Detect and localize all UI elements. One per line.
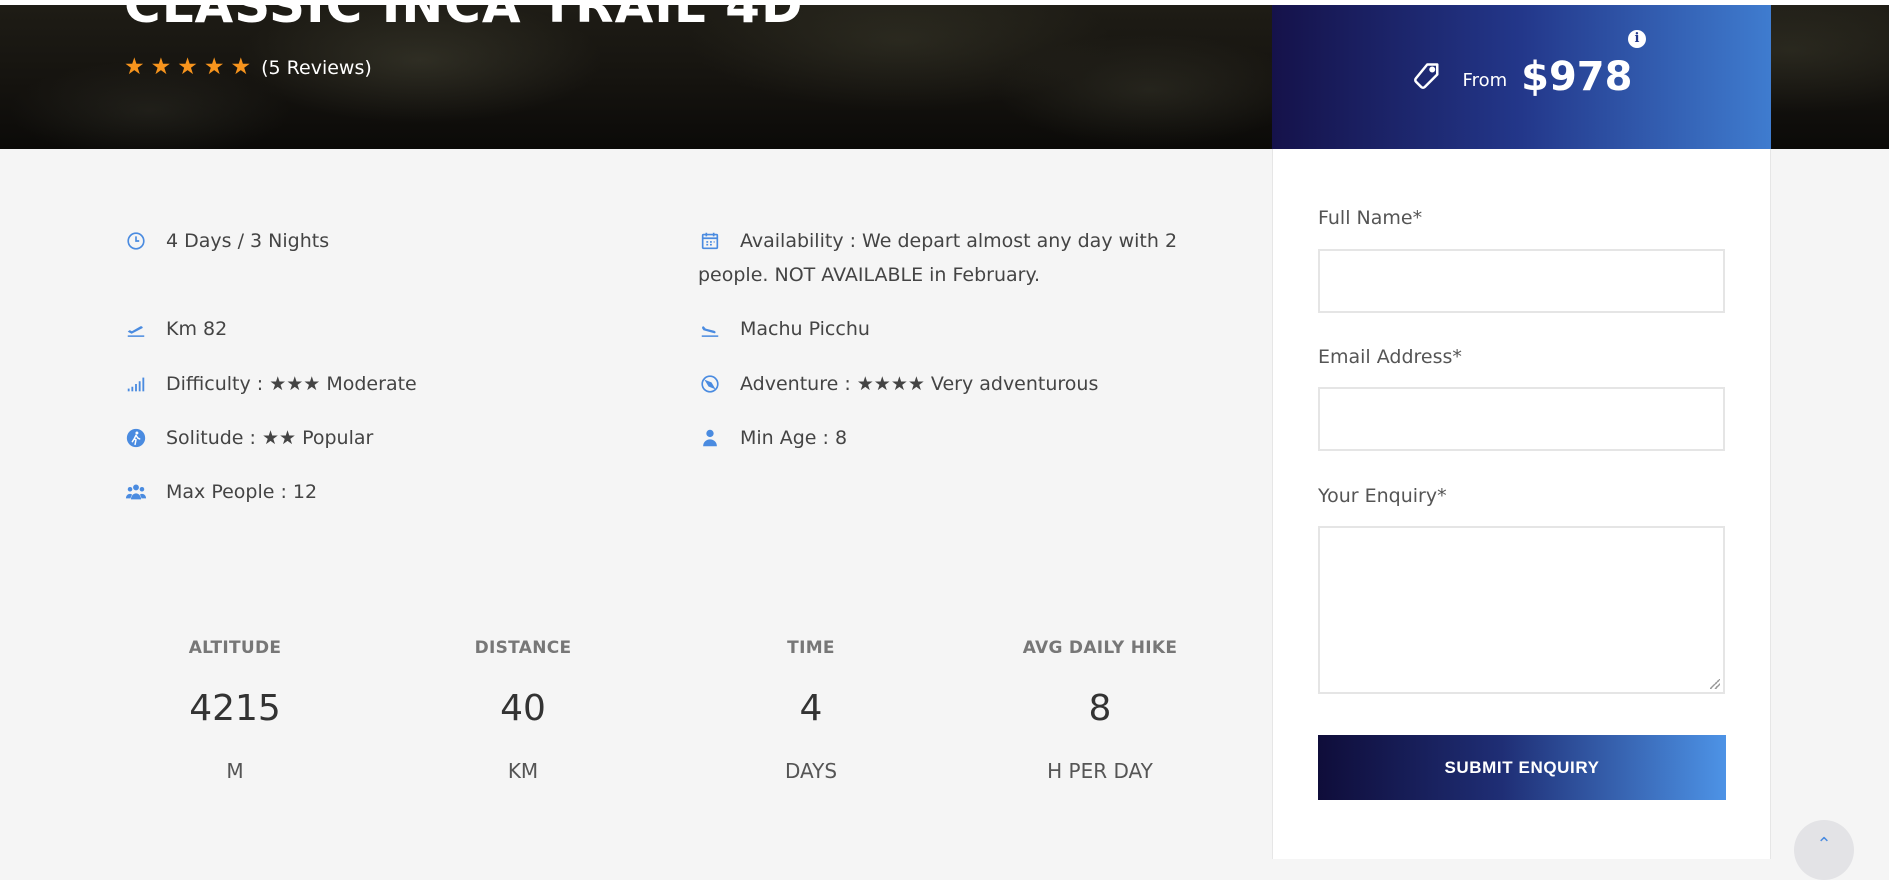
scroll-to-top-button[interactable]: ⌃	[1794, 820, 1854, 880]
email-label: Email Address*	[1318, 346, 1462, 368]
detail-duration: 4 Days / 3 Nights	[124, 224, 329, 258]
stat-label: TIME	[787, 638, 835, 658]
stat-label: AVG DAILY HIKE	[1022, 638, 1178, 658]
stat-unit: M	[226, 759, 244, 783]
stat-distance: DISTANCE 40 KM	[393, 638, 653, 783]
tour-title: Classic Inca Trail 4D	[124, 0, 804, 34]
detail-availability: Availability : We depart almost any day …	[698, 224, 1218, 292]
min-age-text: Min Age : 8	[740, 427, 848, 449]
reviews-link[interactable]: (5 Reviews)	[261, 57, 372, 79]
detail-adventure: Adventure : ★★★★ Very adventurous	[698, 367, 1098, 401]
adventure-text: Adventure : ★★★★ Very adventurous	[740, 373, 1099, 395]
detail-min-age: Min Age : 8	[698, 421, 847, 455]
stat-altitude: ALTITUDE 4215 M	[105, 638, 365, 783]
star-icon: ★	[177, 54, 198, 80]
detail-solitude: Solitude : ★★ Popular	[124, 421, 373, 455]
hiker-icon	[124, 426, 148, 450]
rating: ★ ★ ★ ★ ★ (5 Reviews)	[124, 56, 372, 79]
email-field[interactable]	[1318, 387, 1725, 451]
detail-max-people: Max People : 12	[124, 475, 317, 509]
clock-icon	[124, 229, 148, 253]
person-icon	[698, 426, 722, 450]
full-name-label: Full Name*	[1318, 207, 1423, 229]
star-icon: ★	[124, 54, 145, 80]
stat-unit: H PER DAY	[1047, 759, 1153, 783]
solitude-text: Solitude : ★★ Popular	[166, 427, 374, 449]
plane-takeoff-icon	[124, 317, 148, 341]
tag-icon	[1413, 63, 1439, 89]
max-people-text: Max People : 12	[166, 481, 318, 503]
stat-label: ALTITUDE	[188, 638, 282, 658]
detail-arrival: Machu Picchu	[698, 312, 870, 346]
stat-label: DISTANCE	[474, 638, 572, 658]
price-box: From $978	[1272, 5, 1771, 149]
plane-landing-icon	[698, 317, 722, 341]
info-icon[interactable]: i	[1628, 30, 1646, 48]
enquiry-textarea[interactable]	[1318, 526, 1725, 694]
stat-value: 40	[500, 688, 546, 729]
resize-handle[interactable]	[1710, 679, 1720, 689]
stat-unit: KM	[507, 759, 539, 783]
stat-value: 8	[1088, 688, 1112, 729]
arrival-text: Machu Picchu	[740, 318, 870, 340]
stat-avg-daily-hike: AVG DAILY HIKE 8 H PER DAY	[970, 638, 1230, 783]
group-icon	[124, 480, 148, 504]
hero-banner: Classic Inca Trail 4D ★ ★ ★ ★ ★ (5 Revie…	[0, 0, 1889, 149]
duration-text: 4 Days / 3 Nights	[166, 230, 330, 252]
stat-value: 4215	[189, 688, 281, 729]
stat-time: TIME 4 DAYS	[681, 638, 941, 783]
stat-unit: DAYS	[784, 759, 838, 783]
star-icon: ★	[150, 54, 172, 80]
detail-difficulty: Difficulty : ★★★ Moderate	[124, 367, 417, 401]
availability-text: Availability : We depart almost any day …	[698, 230, 1178, 286]
difficulty-text: Difficulty : ★★★ Moderate	[166, 373, 417, 395]
enquiry-label: Your Enquiry*	[1318, 485, 1447, 507]
detail-departure: Km 82	[124, 312, 227, 346]
compass-icon	[698, 372, 722, 396]
price-from-label: From	[1462, 69, 1508, 91]
calendar-icon	[698, 229, 722, 253]
departure-text: Km 82	[166, 318, 228, 340]
enquiry-form: Full Name* Email Address* Your Enquiry* …	[1272, 149, 1771, 859]
star-icon: ★	[230, 54, 252, 80]
stat-value: 4	[799, 688, 823, 729]
submit-enquiry-button[interactable]: SUBMIT ENQUIRY	[1318, 735, 1726, 800]
price-amount: $978	[1521, 54, 1633, 100]
full-name-field[interactable]	[1318, 249, 1725, 313]
star-icon: ★	[203, 54, 225, 80]
signal-bars-icon	[124, 372, 148, 396]
chevron-up-icon: ⌃	[1816, 834, 1832, 855]
